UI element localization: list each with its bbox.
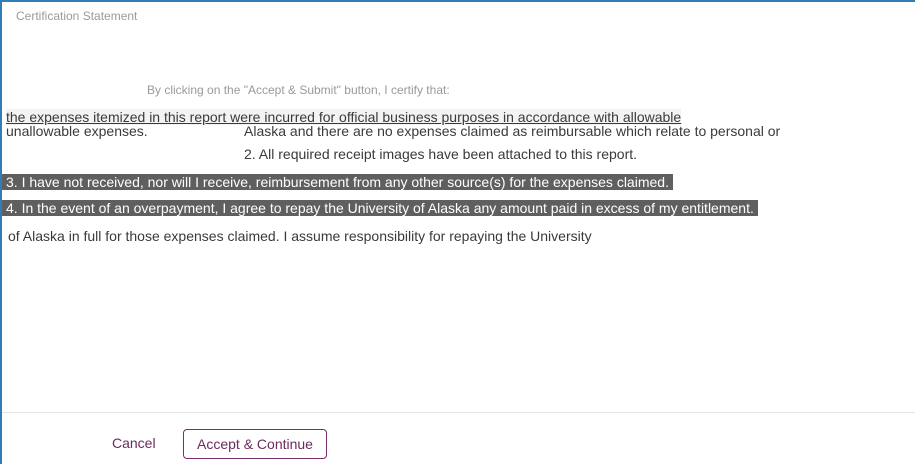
cancel-button[interactable]: Cancel [106,429,162,457]
statement-title: Certification Statement [16,9,138,23]
certification-dialog: Certification Statement By clicking on t… [0,0,915,464]
dialog-footer: Cancel Accept & Continue [2,412,915,464]
statement-line-6: 4. In the event of an overpayment, I agr… [2,200,758,216]
statement-line-4: 2. All required receipt images have been… [244,146,638,162]
statement-line-5: 3. I have not received, nor will I recei… [2,174,673,190]
certification-statement: Certification Statement By clicking on t… [2,2,915,252]
statement-line-2: unallowable expenses. [6,123,148,139]
statement-intro: By clicking on the "Accept & Submit" but… [147,83,450,97]
statement-line-7: of Alaska in full for those expenses cla… [8,228,592,244]
statement-line-3: Alaska and there are no expenses claimed… [244,123,781,139]
accept-continue-button[interactable]: Accept & Continue [183,429,327,459]
